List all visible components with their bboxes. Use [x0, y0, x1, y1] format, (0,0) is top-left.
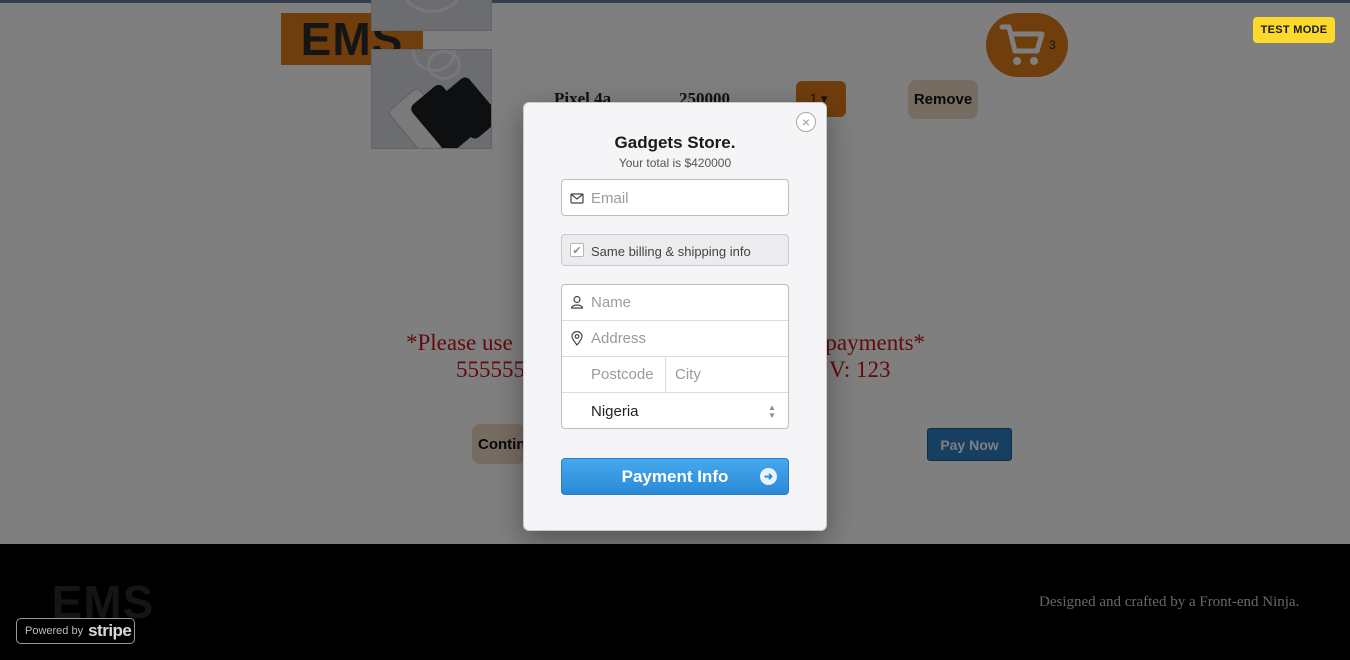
test-mode-badge: TEST MODE [1253, 17, 1335, 43]
location-pin-icon [571, 331, 583, 346]
payment-info-label: Payment Info [621, 467, 729, 486]
select-arrows-icon: ▲ ▼ [768, 403, 776, 420]
user-icon [570, 295, 584, 309]
email-placeholder: Email [591, 190, 629, 207]
payment-info-button[interactable]: Payment Info ➜ [561, 458, 789, 495]
store-name: Gadgets Store. [614, 133, 736, 152]
checkout-modal: × Gadgets Store. Your total is $420000 E… [523, 102, 827, 531]
name-placeholder: Name [591, 294, 632, 311]
powered-by-stripe-badge[interactable]: Powered by stripe [16, 618, 135, 644]
arrow-right-icon: ➜ [760, 468, 777, 485]
same-billing-checkbox-row[interactable]: ✔ Same billing & shipping info [561, 234, 789, 266]
country-select[interactable]: Nigeria ▲ ▼ [562, 393, 788, 428]
postcode-field[interactable]: Postcode [591, 366, 654, 383]
close-icon[interactable]: × [796, 112, 816, 132]
name-field[interactable]: Name [562, 285, 788, 321]
field-divider [665, 357, 666, 393]
powered-by-label: Powered by [25, 625, 84, 637]
email-field[interactable]: Email [561, 179, 789, 216]
envelope-icon [570, 193, 584, 204]
country-value: Nigeria [591, 403, 639, 420]
postcode-city-row: Postcode City [562, 357, 788, 393]
address-placeholder: Address [591, 330, 647, 347]
address-field[interactable]: Address [562, 321, 788, 357]
city-field[interactable]: City [675, 366, 701, 383]
same-billing-label: Same billing & shipping info [591, 244, 751, 259]
checkbox-icon[interactable]: ✔ [570, 243, 584, 257]
stripe-wordmark: stripe [88, 621, 132, 640]
order-total: Your total is $420000 [618, 156, 732, 170]
address-fieldset: Name Address Postcode City Nigeria ▲ ▼ [561, 284, 789, 429]
